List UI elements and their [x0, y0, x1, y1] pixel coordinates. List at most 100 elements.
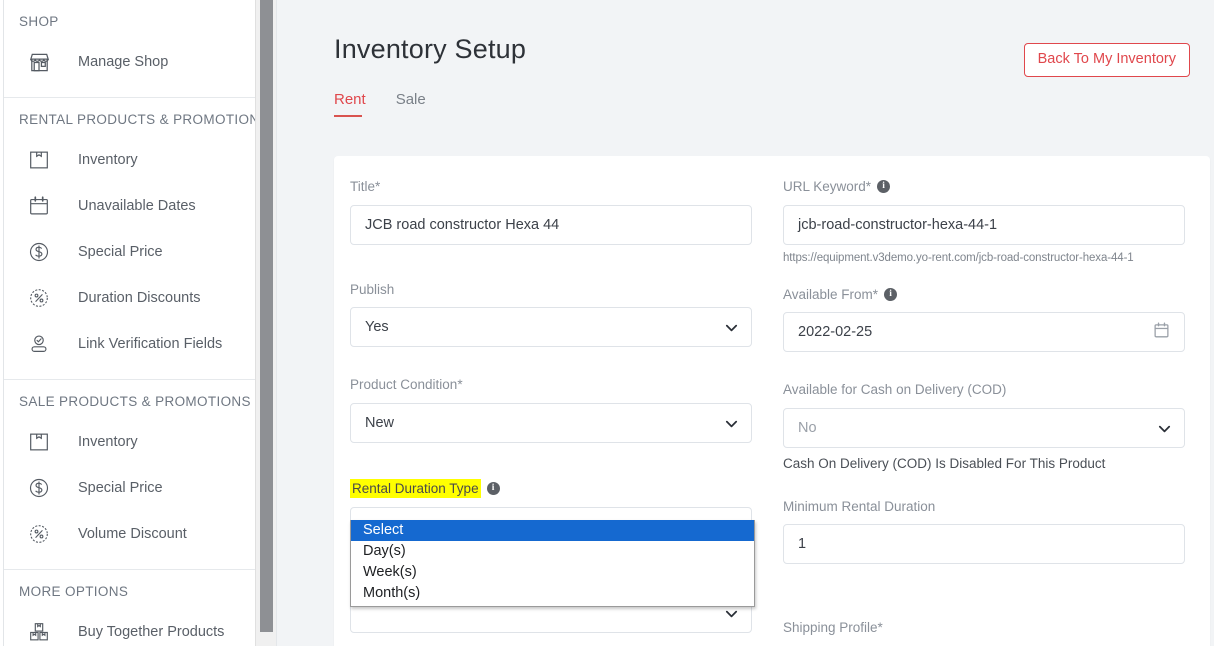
calendar-icon[interactable] [1153, 322, 1170, 343]
rental-duration-type-dropdown-list[interactable]: Select Day(s) Week(s) Month(s) [350, 519, 755, 607]
sidebar-group-title: SHOP [19, 14, 59, 29]
dropdown-option-month-s-[interactable]: Month(s) [351, 583, 754, 604]
main-content: Inventory Setup Back To My Inventory Ren… [276, 0, 1214, 646]
label-shipping-profile-text: Shipping Profile* [783, 620, 883, 636]
url-keyword-hint: https://equipment.v3demo.yo-rent.com/jcb… [783, 251, 1134, 264]
info-icon[interactable]: i [884, 287, 898, 301]
sidebar-item-special-price[interactable]: Special Price [4, 465, 276, 511]
shop-icon [26, 49, 52, 75]
field-url-keyword: URL Keyword* i jcb-road-constructor-hexa… [783, 178, 1185, 264]
sidebar-item-unavailable-dates[interactable]: Unavailable Dates [4, 183, 276, 229]
sidebar-item-inventory[interactable]: Inventory [4, 137, 276, 183]
sidebar-item-label: Inventory [78, 152, 138, 168]
field-minimum-rental-duration: Minimum Rental Duration 1 [783, 498, 1185, 565]
dollar-circle-icon [26, 239, 52, 265]
tab-rent[interactable]: Rent [334, 91, 366, 117]
stacked-boxes-icon [26, 619, 52, 645]
label-title-text: Title* [350, 179, 381, 194]
label-publish-text: Publish [350, 281, 395, 297]
sidebar-item-buy-together-products[interactable]: Buy Together Products [4, 609, 276, 646]
url-keyword-input[interactable]: jcb-road-constructor-hexa-44-1 [783, 204, 1185, 245]
label-product-condition: Product Condition* [350, 376, 752, 394]
sidebar-item-label: Special Price [78, 244, 163, 260]
sidebar-item-label: Link Verification Fields [78, 336, 223, 352]
field-rental-duration-type: Rental Duration Type i Day(s) SelectDay(… [350, 478, 755, 607]
sidebar-item-inventory[interactable]: Inventory [4, 419, 276, 465]
sidebar-item-label: Duration Discounts [78, 290, 201, 306]
sidebar-item-manage-shop[interactable]: Manage Shop [4, 39, 276, 85]
app-root: SHOP Manage Shop RENTAL PRODUCTS & PROMOTI… [0, 0, 1214, 646]
sidebar: SHOP Manage Shop RENTAL PRODUCTS & PROMOTI… [0, 0, 276, 646]
field-title: Title* JCB road constructor Hexa 44 [350, 178, 752, 245]
chevron-down-icon [724, 416, 738, 429]
minimum-rental-duration-input[interactable]: 1 [783, 524, 1185, 565]
sidebar-item-label: Volume Discount [78, 526, 187, 542]
field-publish: Publish Yes [350, 281, 752, 348]
label-cod-text: Available for Cash on Delivery (COD) [783, 382, 1007, 398]
inventory-setup-card: Title* JCB road constructor Hexa 44 Publ… [334, 156, 1210, 646]
label-title: Title* [350, 178, 752, 196]
sidebar-group: SHOP Manage Shop [4, 0, 276, 98]
dropdown-option-week-s-[interactable]: Week(s) [351, 562, 754, 583]
box-icon [26, 147, 52, 173]
available-from-input[interactable]: 2022-02-25 [783, 312, 1185, 353]
info-icon[interactable]: i [486, 481, 500, 495]
form-column-left: Title* JCB road constructor Hexa 44 Publ… [350, 178, 755, 646]
label-available-from-text: Available From* [783, 286, 879, 302]
page-header: Inventory Setup Back To My Inventory [276, 0, 1214, 77]
title-input[interactable]: JCB road constructor Hexa 44 [350, 204, 752, 245]
sidebar-item-volume-discount[interactable]: Volume Discount [4, 511, 276, 557]
label-rental-duration-type: Rental Duration Type i [350, 478, 752, 499]
back-to-my-inventory-button[interactable]: Back To My Inventory [1023, 43, 1190, 77]
cod-select[interactable]: No [783, 407, 1185, 448]
chevron-down-icon [1157, 421, 1171, 434]
calendar-icon [26, 193, 52, 219]
title-input-value: JCB road constructor Hexa 44 [365, 216, 560, 233]
publish-select-value: Yes [365, 319, 389, 336]
sidebar-scrollbar-thumb[interactable] [260, 0, 273, 632]
sidebar-item-special-price[interactable]: Special Price [4, 229, 276, 275]
sidebar-groups: SHOP Manage Shop RENTAL PRODUCTS & PROMOTI… [0, 0, 276, 646]
sidebar-item-label: Buy Together Products [78, 624, 225, 640]
label-product-condition-text: Product Condition* [350, 377, 463, 393]
field-product-condition: Product Condition* New [350, 376, 752, 443]
publish-select[interactable]: Yes [350, 307, 752, 348]
dropdown-option-day-s-[interactable]: Day(s) [351, 541, 754, 562]
sidebar-item-link-verification-fields[interactable]: Link Verification Fields [4, 321, 276, 367]
sidebar-scrollbar[interactable] [255, 0, 276, 646]
product-condition-select[interactable]: New [350, 402, 752, 443]
verified-check-icon [26, 331, 52, 357]
sidebar-item-label: Unavailable Dates [78, 198, 196, 214]
chevron-down-icon [724, 606, 738, 619]
sidebar-item-duration-discounts[interactable]: Duration Discounts [4, 275, 276, 321]
sidebar-item-label: Special Price [78, 480, 163, 496]
label-minimum-rental-duration-text: Minimum Rental Duration [783, 498, 936, 514]
box-icon [26, 429, 52, 455]
label-publish: Publish [350, 281, 752, 299]
sidebar-group: RENTAL PRODUCTS & PROMOTIONS Inventory Una… [4, 98, 276, 380]
sidebar-item-label: Inventory [78, 434, 138, 450]
label-url-keyword-text: URL Keyword* [783, 179, 872, 194]
dollar-circle-icon [26, 475, 52, 501]
info-icon[interactable]: i [877, 180, 891, 194]
url-keyword-input-value: jcb-road-constructor-hexa-44-1 [798, 216, 998, 233]
main-left-border [276, 0, 277, 646]
sidebar-item-label: Manage Shop [78, 54, 169, 70]
label-rental-duration-type-text: Rental Duration Type [350, 478, 481, 499]
label-shipping-profile: Shipping Profile* [783, 619, 1185, 637]
form-column-right: URL Keyword* i jcb-road-constructor-hexa… [783, 178, 1185, 646]
cod-disabled-note: Cash On Delivery (COD) Is Disabled For T… [783, 455, 1106, 471]
tab-sale[interactable]: Sale [396, 91, 426, 117]
field-shipping-profile: Shipping Profile* [783, 619, 1185, 646]
sidebar-group-title: SALE PRODUCTS & PROMOTIONS [19, 394, 251, 409]
label-url-keyword: URL Keyword* i [783, 178, 1185, 196]
dropdown-option-select[interactable]: Select [351, 519, 754, 541]
product-condition-select-value: New [365, 414, 395, 431]
